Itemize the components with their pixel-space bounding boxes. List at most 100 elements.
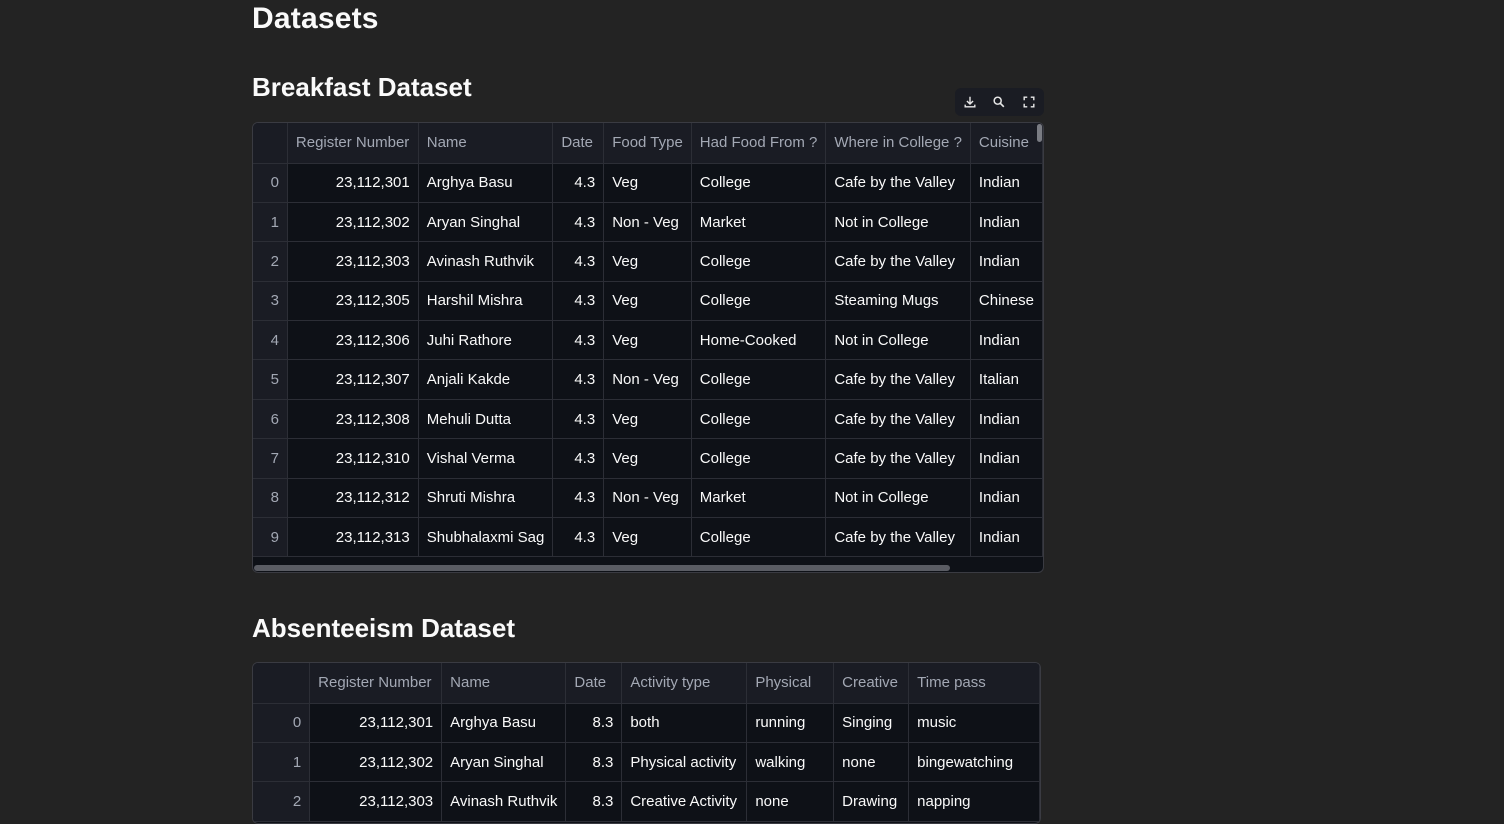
table-row[interactable]: 9 23,112,313 Shubhalaxmi Sag 4.3 Veg College C… <box>253 517 1043 558</box>
search-button[interactable] <box>988 91 1010 113</box>
column-header[interactable]: Date <box>552 123 605 164</box>
table-row[interactable]: 8 23,112,312 Shruti Mishra 4.3 Non - Veg Mark… <box>253 478 1043 519</box>
download-button[interactable] <box>959 91 981 113</box>
table-cell[interactable]: 23,112,305 <box>287 281 419 322</box>
table-cell[interactable]: College <box>691 438 827 479</box>
table-cell[interactable]: Home-Cooked <box>691 320 827 361</box>
table-cell[interactable]: Cafe by the Valley <box>825 163 971 203</box>
table-cell[interactable]: Shruti Mishra <box>418 478 554 519</box>
table-cell[interactable]: 4.3 <box>552 281 605 322</box>
table-cell[interactable]: Cafe by the Valley <box>825 359 971 400</box>
table-cell[interactable]: 23,112,313 <box>287 517 419 558</box>
table-cell[interactable]: Steaming Mugs <box>825 281 971 322</box>
table-cell[interactable]: 23,112,307 <box>287 359 419 400</box>
column-header[interactable]: Had Food From ? <box>691 123 827 164</box>
table-cell[interactable]: Indian <box>970 399 1043 440</box>
table-cell[interactable]: 23,112,306 <box>287 320 419 361</box>
table-cell[interactable]: 23,112,303 <box>287 241 419 282</box>
table-cell[interactable]: Indian <box>970 163 1043 203</box>
table-row[interactable]: 0 23,112,301 Arghya Basu 4.3 Veg College Cafe … <box>253 163 1043 203</box>
table-cell[interactable]: Mehuli Dutta <box>418 399 554 440</box>
table-cell[interactable]: 4.3 <box>552 478 605 519</box>
table-cell[interactable]: 4.3 <box>552 399 605 440</box>
column-header[interactable]: Date <box>565 663 623 704</box>
table-cell[interactable]: Veg <box>603 517 692 558</box>
table-cell[interactable]: walking <box>746 742 835 783</box>
table-row[interactable]: 4 23,112,306 Juhi Rathore 4.3 Veg Home-Cooked… <box>253 320 1043 361</box>
table-cell[interactable]: 23,112,301 <box>309 703 443 743</box>
table-cell[interactable]: Avinash Ruthvik <box>418 241 554 282</box>
table-cell[interactable]: music <box>908 703 1040 743</box>
table-cell[interactable]: College <box>691 241 827 282</box>
breakfast-dataframe[interactable]: Register Number Name Date Food Type Had … <box>252 122 1044 573</box>
table-cell[interactable]: 4.3 <box>552 359 605 400</box>
table-cell[interactable]: Not in College <box>825 202 971 243</box>
table-cell[interactable]: Not in College <box>825 320 971 361</box>
column-header[interactable]: Name <box>418 123 554 164</box>
table-cell[interactable]: Indian <box>970 438 1043 479</box>
column-header[interactable]: Food Type <box>603 123 692 164</box>
table-cell[interactable]: 8.3 <box>565 703 623 743</box>
table-cell[interactable]: Not in College <box>825 478 971 519</box>
table-cell[interactable]: 8.3 <box>565 742 623 783</box>
table-cell[interactable]: Arghya Basu <box>441 703 567 743</box>
table-cell[interactable]: Non - Veg <box>603 202 692 243</box>
column-header[interactable]: Creative <box>833 663 910 704</box>
table-cell[interactable]: Non - Veg <box>603 478 692 519</box>
table-cell[interactable]: Indian <box>970 202 1043 243</box>
table-cell[interactable]: Anjali Kakde <box>418 359 554 400</box>
table-cell[interactable]: Arghya Basu <box>418 163 554 203</box>
table-cell[interactable]: Aryan Singhal <box>441 742 567 783</box>
table-cell[interactable]: Veg <box>603 163 692 203</box>
table-cell[interactable]: 23,112,312 <box>287 478 419 519</box>
table-cell[interactable]: Veg <box>603 399 692 440</box>
table-row[interactable]: 2 23,112,303 Avinash Ruthvik 8.3 Creative Ac… <box>253 781 1040 822</box>
table-cell[interactable]: Indian <box>970 517 1043 558</box>
table-cell[interactable]: Market <box>691 478 827 519</box>
column-header[interactable]: Physical <box>746 663 835 704</box>
column-header[interactable]: Register Number <box>287 123 419 164</box>
fullscreen-button[interactable] <box>1018 91 1040 113</box>
table-cell[interactable]: 4.3 <box>552 517 605 558</box>
table-row[interactable]: 1 23,112,302 Aryan Singhal 4.3 Non - Veg Mark… <box>253 202 1043 243</box>
table-cell[interactable]: none <box>746 781 835 822</box>
table-cell[interactable]: Non - Veg <box>603 359 692 400</box>
table-cell[interactable]: Creative Activity <box>621 781 748 822</box>
column-header[interactable]: Cuisine <box>970 123 1043 164</box>
table-cell[interactable]: 8.3 <box>565 781 623 822</box>
column-header[interactable]: Where in College ? <box>825 123 971 164</box>
table-row[interactable]: 5 23,112,307 Anjali Kakde 4.3 Non - Veg Colle… <box>253 359 1043 400</box>
table-cell[interactable]: Singing <box>833 703 910 743</box>
table-cell[interactable]: 23,112,302 <box>287 202 419 243</box>
table-cell[interactable]: 23,112,310 <box>287 438 419 479</box>
table-cell[interactable]: Cafe by the Valley <box>825 517 971 558</box>
table-row[interactable]: 7 23,112,310 Vishal Verma 4.3 Veg College Cafe… <box>253 438 1043 479</box>
table-cell[interactable]: Veg <box>603 320 692 361</box>
table-cell[interactable]: running <box>746 703 835 743</box>
absenteeism-dataframe[interactable]: Register Number Name Date Activity type … <box>252 662 1041 824</box>
table-cell[interactable]: napping <box>908 781 1040 822</box>
table-cell[interactable]: Cafe by the Valley <box>825 438 971 479</box>
table-cell[interactable]: Cafe by the Valley <box>825 399 971 440</box>
table-cell[interactable]: College <box>691 359 827 400</box>
table-cell[interactable]: Physical activity <box>621 742 748 783</box>
table-row[interactable]: 6 23,112,308 Mehuli Dutta 4.3 Veg College Cafe… <box>253 399 1043 440</box>
table-cell[interactable]: 23,112,301 <box>287 163 419 203</box>
table-row[interactable]: 3 23,112,305 Harshil Mishra 4.3 Veg College St… <box>253 281 1043 322</box>
table-cell[interactable]: 4.3 <box>552 202 605 243</box>
table-cell[interactable]: 23,112,303 <box>309 781 443 822</box>
table-cell[interactable]: bingewatching <box>908 742 1040 783</box>
column-header[interactable]: Activity type <box>621 663 748 704</box>
table-cell[interactable]: Indian <box>970 478 1043 519</box>
table-cell[interactable]: Drawing <box>833 781 910 822</box>
table-row[interactable]: 1 23,112,302 Aryan Singhal 8.3 Physical acti… <box>253 742 1040 783</box>
table-cell[interactable]: Veg <box>603 438 692 479</box>
table-cell[interactable]: none <box>833 742 910 783</box>
table-cell[interactable]: 23,112,302 <box>309 742 443 783</box>
table-cell[interactable]: 4.3 <box>552 438 605 479</box>
table-cell[interactable]: Italian <box>970 359 1043 400</box>
table-cell[interactable]: Veg <box>603 281 692 322</box>
table-cell[interactable]: Chinese <box>970 281 1043 322</box>
table-cell[interactable]: Shubhalaxmi Sag <box>418 517 554 558</box>
table-cell[interactable]: Indian <box>970 241 1043 282</box>
